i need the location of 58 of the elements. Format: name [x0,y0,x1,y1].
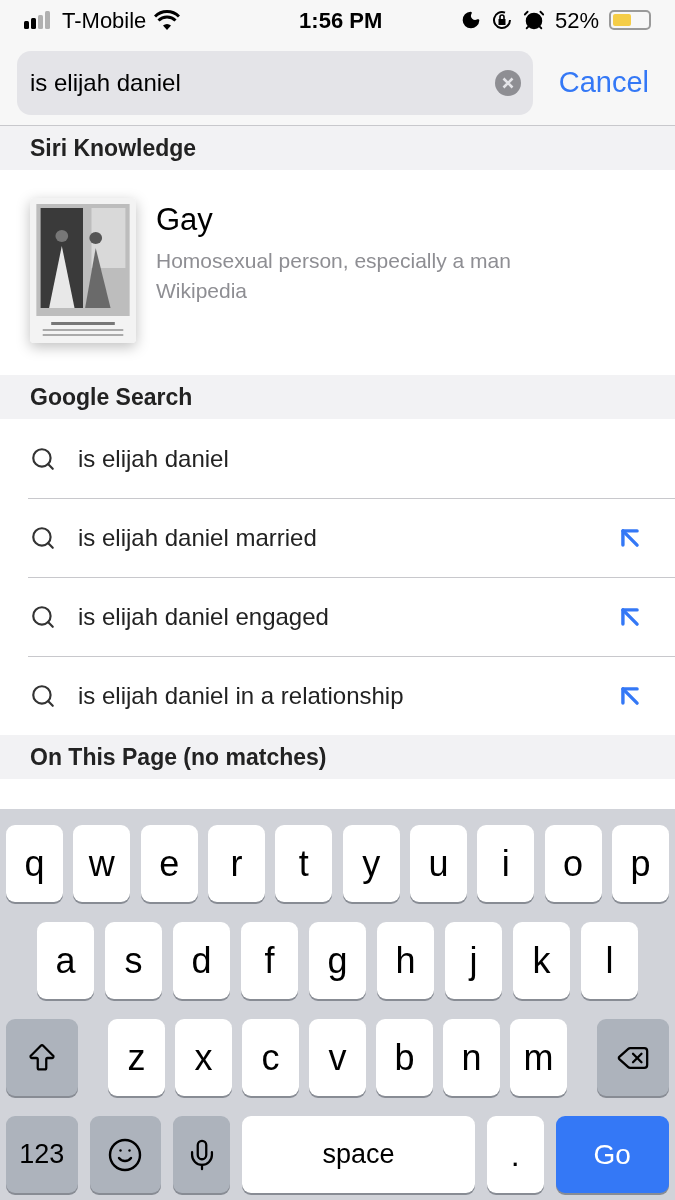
key[interactable]: x [175,1019,232,1096]
suggestion-row[interactable]: is elijah daniel [0,419,675,498]
period-key[interactable]: . [486,1116,544,1193]
key[interactable]: n [443,1019,500,1096]
go-key[interactable]: Go [555,1116,669,1193]
shift-key[interactable] [6,1019,78,1096]
wifi-icon [154,10,181,30]
delete-key[interactable] [597,1019,669,1096]
moon-icon [460,10,481,30]
rotation-lock-icon [490,9,513,31]
section-header: Siri Knowledge [0,126,675,170]
emoji-icon [107,1136,144,1173]
section-header: Google Search [0,375,675,419]
key[interactable]: b [376,1019,433,1096]
clock-time: 1:56 PM [299,6,383,35]
suggestion-row[interactable]: is elijah daniel married [28,498,675,577]
key[interactable]: z [108,1019,165,1096]
key[interactable]: v [309,1019,366,1096]
key[interactable]: s [105,922,162,999]
alarm-icon [522,9,545,31]
key[interactable]: t [275,825,333,902]
key[interactable]: l [581,922,638,999]
numbers-key[interactable]: 123 [6,1116,78,1193]
result-title: Gay [156,201,214,239]
key[interactable]: h [377,922,434,999]
key[interactable]: w [73,825,131,902]
battery-percent: 52% [554,6,599,35]
search-icon [30,525,56,551]
key[interactable]: o [544,825,602,902]
section-header: On This Page (no matches) [0,735,675,779]
key[interactable]: u [409,825,467,902]
key[interactable]: d [173,922,230,999]
key[interactable]: y [342,825,400,902]
key[interactable]: f [241,922,298,999]
emoji-key[interactable] [89,1116,162,1193]
result-description: Homosexual person, especially a man [156,248,511,274]
search-field[interactable]: is elijah daniel [17,50,533,115]
cancel-button[interactable]: Cancel [558,60,649,105]
space-key[interactable]: space [242,1116,475,1193]
key[interactable]: j [445,922,502,999]
key[interactable]: r [208,825,265,902]
key[interactable]: c [242,1019,299,1096]
suggestion-row[interactable]: is elijah daniel engaged [28,577,675,656]
key[interactable]: q [6,825,63,902]
key[interactable]: a [37,922,94,999]
dictation-key[interactable] [173,1116,230,1193]
result-source: Wikipedia [156,278,249,304]
key[interactable]: e [140,825,198,902]
carrier-name: T-Mobile [62,6,147,35]
key[interactable]: g [309,922,366,999]
search-icon [30,683,56,709]
clear-icon[interactable] [494,69,521,96]
key[interactable]: p [611,825,669,902]
key[interactable]: m [510,1019,567,1096]
search-icon [30,604,56,630]
search-icon [30,445,56,472]
key[interactable]: k [513,922,570,999]
key[interactable]: i [477,825,535,902]
